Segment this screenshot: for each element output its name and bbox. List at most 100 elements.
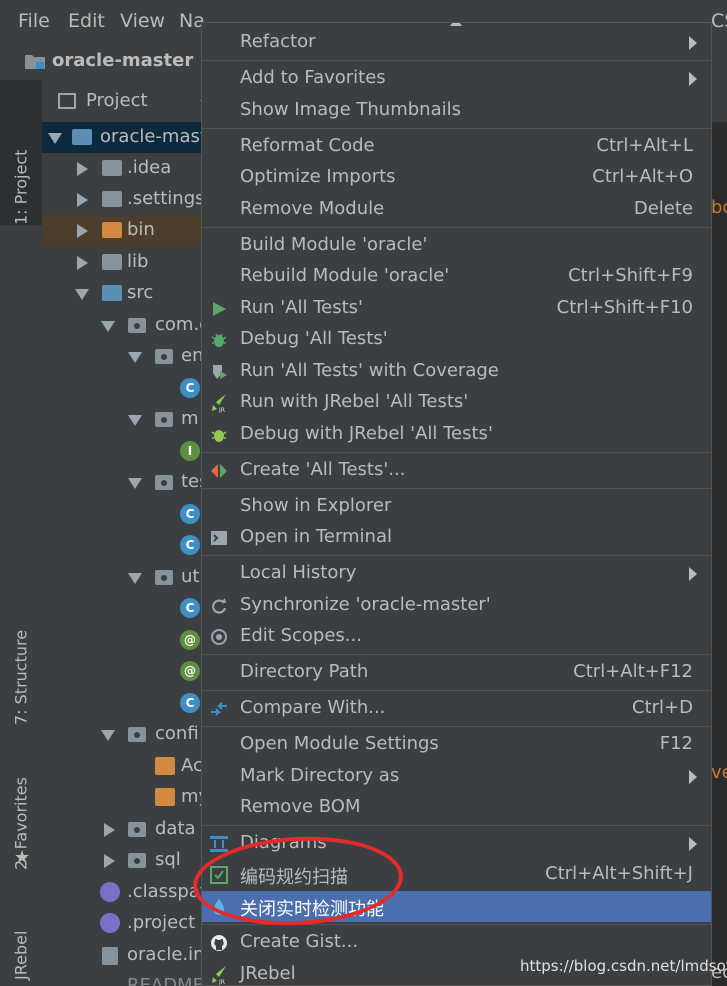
menu-separator <box>202 488 711 489</box>
menu-item-run-all-tests[interactable]: Run 'All Tests' Ctrl+Shift+F10 <box>202 293 711 324</box>
menu-item-label: Debug 'All Tests' <box>240 328 388 349</box>
expand-arrow-icon[interactable] <box>101 321 115 332</box>
menu-item-shortcut: Ctrl+Alt+Shift+J <box>545 863 693 884</box>
tree-label: oracle.im <box>127 944 211 965</box>
menu-separator <box>202 555 711 556</box>
folder-icon <box>102 254 122 270</box>
menu-item-open-in-terminal[interactable]: Open in Terminal <box>202 522 711 553</box>
collapse-arrow-icon[interactable] <box>77 162 88 176</box>
jrebel-debug-icon <box>208 425 230 445</box>
project-breadcrumb[interactable]: oracle-master <box>52 50 193 71</box>
menu-item-refactor[interactable]: Refactor <box>202 27 711 58</box>
collapse-arrow-icon[interactable] <box>104 823 115 837</box>
menu-edit[interactable]: Edit <box>68 10 105 32</box>
menu-item-build-module[interactable]: Build Module 'oracle' <box>202 230 711 261</box>
menu-item-label: Remove BOM <box>240 796 361 817</box>
menu-item-optimize-imports[interactable]: Optimize Imports Ctrl+Alt+O <box>202 162 711 193</box>
svg-text:JR: JR <box>218 979 225 985</box>
menu-item-label: Rebuild Module 'oracle' <box>240 265 450 286</box>
submenu-arrow-icon <box>689 770 697 784</box>
tool-tab-project[interactable]: 1: Project <box>0 80 42 225</box>
tool-tab-jrebel[interactable]: JRebel <box>0 890 42 980</box>
expand-arrow-icon[interactable] <box>128 352 142 363</box>
package-icon <box>155 475 173 490</box>
expand-arrow-icon[interactable] <box>128 573 142 584</box>
menu-item-shortcut: Ctrl+Shift+F10 <box>556 297 693 318</box>
menu-item-shortcut: Ctrl+Alt+O <box>592 166 693 187</box>
menu-item-compare-with[interactable]: Compare With... Ctrl+D <box>202 693 711 724</box>
menu-separator <box>202 654 711 655</box>
menu-item-edit-scopes[interactable]: Edit Scopes... <box>202 621 711 652</box>
project-view-icon <box>58 93 76 109</box>
class-icon: C <box>180 378 200 398</box>
menu-item-mark-directory-as[interactable]: Mark Directory as <box>202 761 711 792</box>
menu-item-reformat-code[interactable]: Reformat Code Ctrl+Alt+L <box>202 131 711 162</box>
class-icon: C <box>180 504 200 524</box>
expand-arrow-icon[interactable] <box>101 730 115 741</box>
menu-item-show-image-thumbnails[interactable]: Show Image Thumbnails <box>202 95 711 126</box>
collapse-arrow-icon[interactable] <box>77 224 88 238</box>
menu-item-open-module-settings[interactable]: Open Module Settings F12 <box>202 729 711 760</box>
coverage-icon <box>208 362 230 382</box>
menu-item-label: Local History <box>240 562 357 583</box>
collapse-arrow-icon[interactable] <box>104 854 115 868</box>
tree-label: data <box>155 818 196 839</box>
expand-arrow-icon[interactable] <box>75 289 89 300</box>
menu-item-local-history[interactable]: Local History <box>202 558 711 589</box>
tree-label: oracle-mast <box>100 126 207 147</box>
menu-item-label: JRebel <box>240 963 296 984</box>
submenu-arrow-icon <box>689 72 697 86</box>
menu-item-label: Run 'All Tests' with Coverage <box>240 360 499 381</box>
tool-tab-structure[interactable]: 7: Structure <box>0 585 42 725</box>
menu-item-show-in-explorer[interactable]: Show in Explorer <box>202 491 711 522</box>
debug-icon <box>208 330 230 350</box>
menu-item-label: Create 'All Tests'... <box>240 459 406 480</box>
menu-item-label: Reformat Code <box>240 135 375 156</box>
file-icon <box>100 882 120 902</box>
menu-item-synchronize[interactable]: Synchronize 'oracle-master' <box>202 590 711 621</box>
menu-item-debug-all-tests[interactable]: Debug 'All Tests' <box>202 324 711 355</box>
menu-item-add-to-favorites[interactable]: Add to Favorites <box>202 63 711 94</box>
menu-view[interactable]: View <box>120 10 165 32</box>
menu-item-label: Mark Directory as <box>240 765 400 786</box>
expand-arrow-icon[interactable] <box>128 478 142 489</box>
compare-icon <box>208 699 230 719</box>
menu-item-shortcut: Ctrl+D <box>632 697 693 718</box>
collapse-arrow-icon[interactable] <box>77 193 88 207</box>
menu-item-run-with-jrebel[interactable]: JR Run with JRebel 'All Tests' <box>202 387 711 418</box>
menu-item-label: Add to Favorites <box>240 67 386 88</box>
tree-label: m <box>181 408 199 429</box>
expand-arrow-icon[interactable] <box>48 133 62 144</box>
collapse-arrow-icon[interactable] <box>77 256 88 270</box>
menu-item-create-gist[interactable]: Create Gist... <box>202 927 711 958</box>
expand-arrow-icon[interactable] <box>128 415 142 426</box>
interface-icon: I <box>180 441 200 461</box>
menu-item-run-with-coverage[interactable]: Run 'All Tests' with Coverage <box>202 356 711 387</box>
menu-item-directory-path[interactable]: Directory Path Ctrl+Alt+F12 <box>202 657 711 688</box>
sync-icon <box>208 596 230 616</box>
menu-item-label: Build Module 'oracle' <box>240 234 428 255</box>
scroll-up-icon[interactable] <box>450 23 462 26</box>
menu-right-fragment: CS <box>711 10 727 32</box>
editor-area[interactable]: bo ve ec <box>711 122 727 986</box>
class-icon: C <box>180 598 200 618</box>
tree-label: Ac <box>181 755 203 776</box>
package-icon <box>155 349 173 364</box>
module-folder-icon <box>25 55 45 69</box>
package-icon <box>155 412 173 427</box>
excluded-folder-icon <box>102 222 122 238</box>
project-view-selector[interactable]: Project <box>86 90 148 111</box>
menu-item-debug-with-jrebel[interactable]: Debug with JRebel 'All Tests' <box>202 419 711 450</box>
menu-item-remove-bom[interactable]: Remove BOM <box>202 792 711 823</box>
menu-item-rebuild-module[interactable]: Rebuild Module 'oracle' Ctrl+Shift+F9 <box>202 261 711 292</box>
tree-label: confi <box>155 723 199 744</box>
package-icon <box>128 822 146 837</box>
menu-item-remove-module[interactable]: Remove Module Delete <box>202 194 711 225</box>
menu-item-create-all-tests[interactable]: Create 'All Tests'... <box>202 455 711 486</box>
submenu-arrow-icon <box>689 36 697 50</box>
menu-item-label: Debug with JRebel 'All Tests' <box>240 423 493 444</box>
xml-file-icon <box>155 788 175 806</box>
tree-label: src <box>127 282 154 303</box>
menu-item-shortcut: Ctrl+Alt+L <box>596 135 693 156</box>
menu-file[interactable]: File <box>18 10 50 32</box>
